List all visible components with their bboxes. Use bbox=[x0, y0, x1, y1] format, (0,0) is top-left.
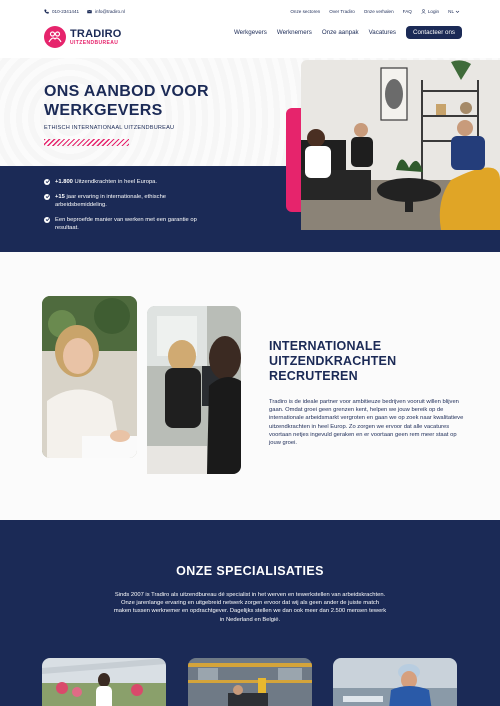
brand-name: TRADIRO bbox=[70, 27, 122, 40]
specialisations-title: ONZE SPECIALISATIES bbox=[176, 564, 324, 578]
hero-bullet: +15 jaar ervaring in internationale, eth… bbox=[44, 193, 209, 209]
recruiting-body: Tradiro is de ideale partner voor ambiti… bbox=[269, 399, 464, 447]
specialisation-card-horticulture[interactable] bbox=[42, 658, 166, 706]
utility-link-over[interactable]: Over Tradiro bbox=[329, 9, 355, 14]
nav-item-werknemers[interactable]: Werknemers bbox=[277, 29, 312, 36]
user-icon bbox=[421, 9, 426, 14]
bullet-text: jaar ervaring in internationale, ethisch… bbox=[55, 194, 167, 208]
login-label: Login bbox=[427, 9, 440, 14]
bullet-text: Een beproefde manier van werken met een … bbox=[55, 217, 197, 231]
hero-title-line2: WERKGEVERS bbox=[44, 102, 163, 119]
bullet-strong: +1.800 bbox=[55, 179, 73, 185]
people-icon bbox=[48, 31, 62, 43]
hero-bullet-list: +1.800 Uitzendkrachten in heel Europa. +… bbox=[44, 178, 209, 239]
login-link[interactable]: Login bbox=[421, 9, 439, 14]
brand-tagline: UITZENDBUREAU bbox=[70, 39, 119, 46]
specialisations-body: Sinds 2007 is Tradiro als uitzendbureau … bbox=[113, 592, 387, 623]
check-icon bbox=[44, 178, 50, 185]
mail-icon bbox=[87, 9, 92, 14]
bullet-text: Uitzendkrachten in heel Europa. bbox=[72, 179, 158, 185]
contact-button[interactable]: Contacteer ons bbox=[406, 26, 462, 39]
bullet-strong: +15 bbox=[55, 194, 65, 200]
logo-mark bbox=[44, 26, 66, 48]
hero-title-line1: ONS AANBOD VOOR bbox=[44, 83, 209, 100]
recruiting-title-line2: UITZENDKRACHTEN bbox=[269, 354, 397, 368]
language-select[interactable]: NL bbox=[448, 9, 460, 14]
utility-link-verhalen[interactable]: Onze verhalen bbox=[364, 9, 394, 14]
email-link[interactable]: info@tradiro.nl bbox=[87, 9, 125, 14]
check-icon bbox=[44, 216, 50, 223]
hero-photo-office-meeting bbox=[301, 60, 500, 230]
recruiting-title-line1: INTERNATIONALE bbox=[269, 339, 382, 353]
phone-text: 010-2341441 bbox=[52, 9, 80, 14]
recruiting-title: INTERNATIONALE UITZENDKRACHTEN RECRUTERE… bbox=[269, 339, 396, 384]
nav-item-onze-aanpak[interactable]: Onze aanpak bbox=[322, 29, 359, 36]
specialisation-card-production[interactable] bbox=[333, 658, 457, 706]
specialisation-card-logistics[interactable] bbox=[188, 658, 312, 706]
main-nav: Werkgevers Werknemers Onze aanpak Vacatu… bbox=[234, 26, 462, 39]
utility-links: Onze sectoren Over Tradiro Onze verhalen… bbox=[290, 9, 460, 14]
nav-item-werkgevers[interactable]: Werkgevers bbox=[234, 29, 267, 36]
check-icon bbox=[44, 193, 50, 200]
phone-link[interactable]: 010-2341441 bbox=[44, 9, 79, 14]
photo-recruiter-smiling bbox=[42, 296, 137, 458]
logo[interactable]: TRADIRO UITZENDBUREAU bbox=[44, 26, 122, 48]
recruiting-title-line3: RECRUTEREN bbox=[269, 369, 358, 383]
email-text: info@tradiro.nl bbox=[95, 9, 125, 14]
language-label: NL bbox=[448, 9, 454, 14]
utility-link-sectoren[interactable]: Onze sectoren bbox=[290, 9, 320, 14]
utility-bar: 010-2341441 info@tradiro.nl Onze sectore… bbox=[0, 0, 500, 24]
phone-icon bbox=[44, 9, 49, 14]
hero-title: ONS AANBOD VOOR WERKGEVERS bbox=[44, 82, 209, 120]
hero-bullet: +1.800 Uitzendkrachten in heel Europa. bbox=[44, 178, 209, 186]
photo-office-workers bbox=[147, 306, 241, 474]
utility-link-faq[interactable]: FAQ bbox=[403, 9, 412, 14]
hero-subtitle: ETHISCH INTERNATIONAAL UITZENDBUREAU bbox=[44, 125, 175, 131]
decorative-stripes bbox=[44, 139, 129, 146]
hero-bullet: Een beproefde manier van werken met een … bbox=[44, 216, 209, 232]
chevron-down-icon bbox=[455, 10, 460, 13]
nav-item-vacatures[interactable]: Vacatures bbox=[369, 29, 396, 36]
